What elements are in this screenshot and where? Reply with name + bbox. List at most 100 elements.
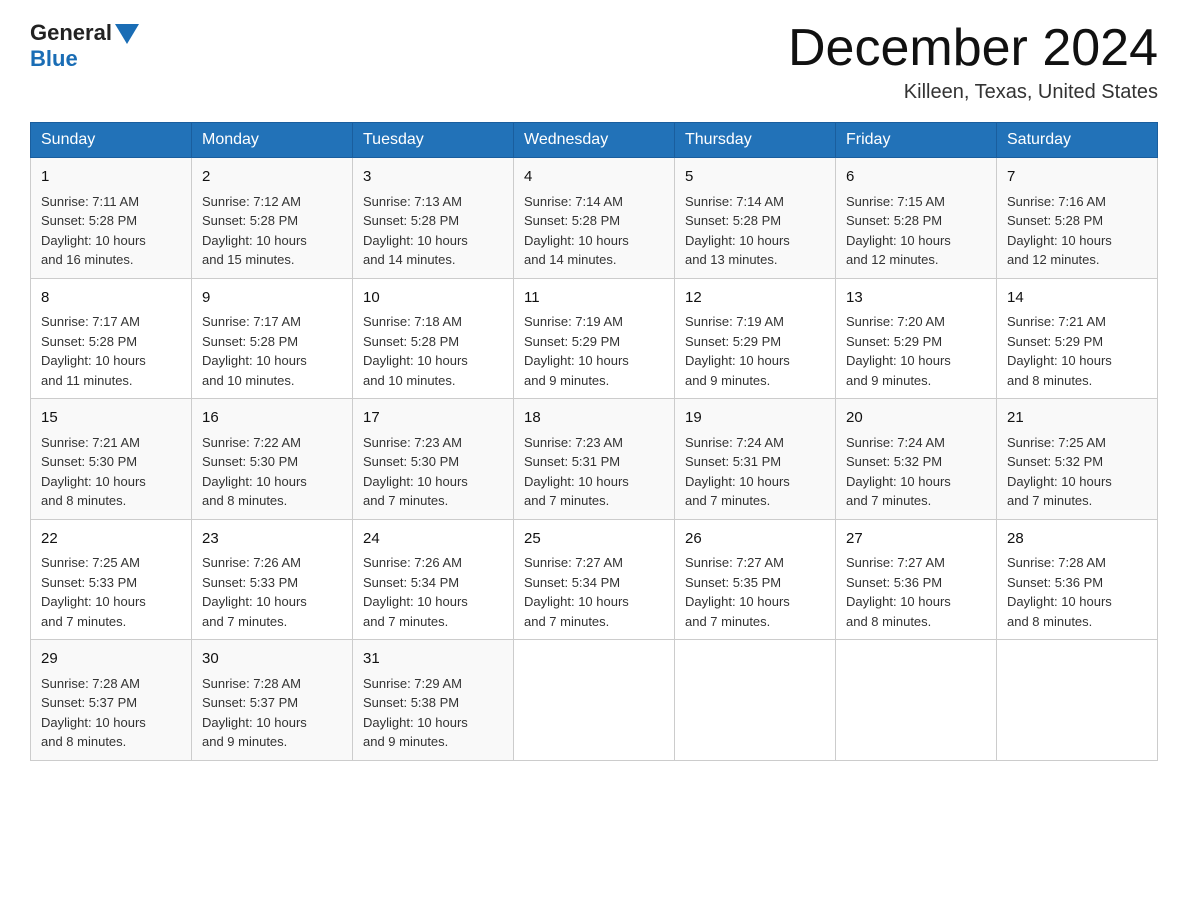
calendar-day-cell: 29 Sunrise: 7:28 AM Sunset: 5:37 PM Dayl… [31, 640, 192, 761]
calendar-day-cell: 1 Sunrise: 7:11 AM Sunset: 5:28 PM Dayli… [31, 158, 192, 279]
day-info: Sunrise: 7:28 AM Sunset: 5:37 PM Dayligh… [202, 674, 342, 752]
calendar-week-row: 29 Sunrise: 7:28 AM Sunset: 5:37 PM Dayl… [31, 640, 1158, 761]
day-number: 18 [524, 407, 664, 430]
day-info: Sunrise: 7:23 AM Sunset: 5:31 PM Dayligh… [524, 433, 664, 511]
calendar-day-cell [514, 640, 675, 761]
calendar-day-cell: 26 Sunrise: 7:27 AM Sunset: 5:35 PM Dayl… [675, 519, 836, 640]
day-info: Sunrise: 7:21 AM Sunset: 5:30 PM Dayligh… [41, 433, 181, 511]
day-info: Sunrise: 7:23 AM Sunset: 5:30 PM Dayligh… [363, 433, 503, 511]
calendar-day-cell: 2 Sunrise: 7:12 AM Sunset: 5:28 PM Dayli… [192, 158, 353, 279]
day-of-week-header: Tuesday [353, 123, 514, 158]
day-number: 9 [202, 287, 342, 310]
day-number: 15 [41, 407, 181, 430]
logo-blue-text: Blue [30, 46, 78, 72]
day-number: 17 [363, 407, 503, 430]
day-info: Sunrise: 7:26 AM Sunset: 5:34 PM Dayligh… [363, 553, 503, 631]
day-info: Sunrise: 7:28 AM Sunset: 5:36 PM Dayligh… [1007, 553, 1147, 631]
day-of-week-header: Wednesday [514, 123, 675, 158]
calendar-day-cell: 27 Sunrise: 7:27 AM Sunset: 5:36 PM Dayl… [836, 519, 997, 640]
day-info: Sunrise: 7:17 AM Sunset: 5:28 PM Dayligh… [202, 312, 342, 390]
day-of-week-header: Saturday [997, 123, 1158, 158]
day-number: 2 [202, 166, 342, 189]
day-number: 21 [1007, 407, 1147, 430]
calendar-week-row: 22 Sunrise: 7:25 AM Sunset: 5:33 PM Dayl… [31, 519, 1158, 640]
day-number: 6 [846, 166, 986, 189]
location-subtitle: Killeen, Texas, United States [788, 81, 1158, 104]
day-info: Sunrise: 7:17 AM Sunset: 5:28 PM Dayligh… [41, 312, 181, 390]
day-number: 3 [363, 166, 503, 189]
calendar-header-row: SundayMondayTuesdayWednesdayThursdayFrid… [31, 123, 1158, 158]
day-number: 30 [202, 648, 342, 671]
day-info: Sunrise: 7:16 AM Sunset: 5:28 PM Dayligh… [1007, 192, 1147, 270]
day-number: 16 [202, 407, 342, 430]
day-info: Sunrise: 7:19 AM Sunset: 5:29 PM Dayligh… [685, 312, 825, 390]
day-number: 31 [363, 648, 503, 671]
day-info: Sunrise: 7:19 AM Sunset: 5:29 PM Dayligh… [524, 312, 664, 390]
day-info: Sunrise: 7:24 AM Sunset: 5:32 PM Dayligh… [846, 433, 986, 511]
day-number: 28 [1007, 528, 1147, 551]
calendar-day-cell: 7 Sunrise: 7:16 AM Sunset: 5:28 PM Dayli… [997, 158, 1158, 279]
day-info: Sunrise: 7:12 AM Sunset: 5:28 PM Dayligh… [202, 192, 342, 270]
logo-general-text: General [30, 20, 112, 46]
calendar-day-cell [836, 640, 997, 761]
day-info: Sunrise: 7:22 AM Sunset: 5:30 PM Dayligh… [202, 433, 342, 511]
day-number: 29 [41, 648, 181, 671]
day-number: 8 [41, 287, 181, 310]
day-number: 11 [524, 287, 664, 310]
calendar-week-row: 1 Sunrise: 7:11 AM Sunset: 5:28 PM Dayli… [31, 158, 1158, 279]
day-number: 5 [685, 166, 825, 189]
day-info: Sunrise: 7:29 AM Sunset: 5:38 PM Dayligh… [363, 674, 503, 752]
day-info: Sunrise: 7:14 AM Sunset: 5:28 PM Dayligh… [524, 192, 664, 270]
day-info: Sunrise: 7:27 AM Sunset: 5:36 PM Dayligh… [846, 553, 986, 631]
day-number: 4 [524, 166, 664, 189]
calendar-day-cell: 12 Sunrise: 7:19 AM Sunset: 5:29 PM Dayl… [675, 278, 836, 399]
calendar-day-cell: 6 Sunrise: 7:15 AM Sunset: 5:28 PM Dayli… [836, 158, 997, 279]
day-number: 27 [846, 528, 986, 551]
day-number: 7 [1007, 166, 1147, 189]
day-info: Sunrise: 7:18 AM Sunset: 5:28 PM Dayligh… [363, 312, 503, 390]
day-number: 22 [41, 528, 181, 551]
calendar-day-cell: 16 Sunrise: 7:22 AM Sunset: 5:30 PM Dayl… [192, 399, 353, 520]
calendar-day-cell [997, 640, 1158, 761]
calendar-day-cell: 23 Sunrise: 7:26 AM Sunset: 5:33 PM Dayl… [192, 519, 353, 640]
day-number: 23 [202, 528, 342, 551]
day-info: Sunrise: 7:28 AM Sunset: 5:37 PM Dayligh… [41, 674, 181, 752]
day-of-week-header: Friday [836, 123, 997, 158]
day-info: Sunrise: 7:20 AM Sunset: 5:29 PM Dayligh… [846, 312, 986, 390]
calendar-day-cell: 14 Sunrise: 7:21 AM Sunset: 5:29 PM Dayl… [997, 278, 1158, 399]
day-number: 20 [846, 407, 986, 430]
day-number: 1 [41, 166, 181, 189]
calendar-day-cell: 4 Sunrise: 7:14 AM Sunset: 5:28 PM Dayli… [514, 158, 675, 279]
day-info: Sunrise: 7:11 AM Sunset: 5:28 PM Dayligh… [41, 192, 181, 270]
calendar-day-cell: 9 Sunrise: 7:17 AM Sunset: 5:28 PM Dayli… [192, 278, 353, 399]
day-info: Sunrise: 7:26 AM Sunset: 5:33 PM Dayligh… [202, 553, 342, 631]
day-info: Sunrise: 7:25 AM Sunset: 5:32 PM Dayligh… [1007, 433, 1147, 511]
day-number: 10 [363, 287, 503, 310]
day-number: 13 [846, 287, 986, 310]
calendar-day-cell [675, 640, 836, 761]
day-info: Sunrise: 7:25 AM Sunset: 5:33 PM Dayligh… [41, 553, 181, 631]
logo-triangle-icon [115, 24, 139, 44]
calendar-day-cell: 31 Sunrise: 7:29 AM Sunset: 5:38 PM Dayl… [353, 640, 514, 761]
calendar-day-cell: 24 Sunrise: 7:26 AM Sunset: 5:34 PM Dayl… [353, 519, 514, 640]
calendar-day-cell: 15 Sunrise: 7:21 AM Sunset: 5:30 PM Dayl… [31, 399, 192, 520]
day-info: Sunrise: 7:13 AM Sunset: 5:28 PM Dayligh… [363, 192, 503, 270]
calendar-day-cell: 28 Sunrise: 7:28 AM Sunset: 5:36 PM Dayl… [997, 519, 1158, 640]
day-info: Sunrise: 7:27 AM Sunset: 5:35 PM Dayligh… [685, 553, 825, 631]
day-number: 25 [524, 528, 664, 551]
calendar-day-cell: 5 Sunrise: 7:14 AM Sunset: 5:28 PM Dayli… [675, 158, 836, 279]
calendar-week-row: 8 Sunrise: 7:17 AM Sunset: 5:28 PM Dayli… [31, 278, 1158, 399]
day-info: Sunrise: 7:15 AM Sunset: 5:28 PM Dayligh… [846, 192, 986, 270]
calendar-day-cell: 25 Sunrise: 7:27 AM Sunset: 5:34 PM Dayl… [514, 519, 675, 640]
day-info: Sunrise: 7:27 AM Sunset: 5:34 PM Dayligh… [524, 553, 664, 631]
day-info: Sunrise: 7:21 AM Sunset: 5:29 PM Dayligh… [1007, 312, 1147, 390]
calendar-day-cell: 18 Sunrise: 7:23 AM Sunset: 5:31 PM Dayl… [514, 399, 675, 520]
calendar-day-cell: 30 Sunrise: 7:28 AM Sunset: 5:37 PM Dayl… [192, 640, 353, 761]
day-info: Sunrise: 7:14 AM Sunset: 5:28 PM Dayligh… [685, 192, 825, 270]
calendar-day-cell: 19 Sunrise: 7:24 AM Sunset: 5:31 PM Dayl… [675, 399, 836, 520]
logo: General Blue [30, 20, 142, 72]
day-number: 26 [685, 528, 825, 551]
day-of-week-header: Thursday [675, 123, 836, 158]
calendar-day-cell: 11 Sunrise: 7:19 AM Sunset: 5:29 PM Dayl… [514, 278, 675, 399]
day-number: 19 [685, 407, 825, 430]
